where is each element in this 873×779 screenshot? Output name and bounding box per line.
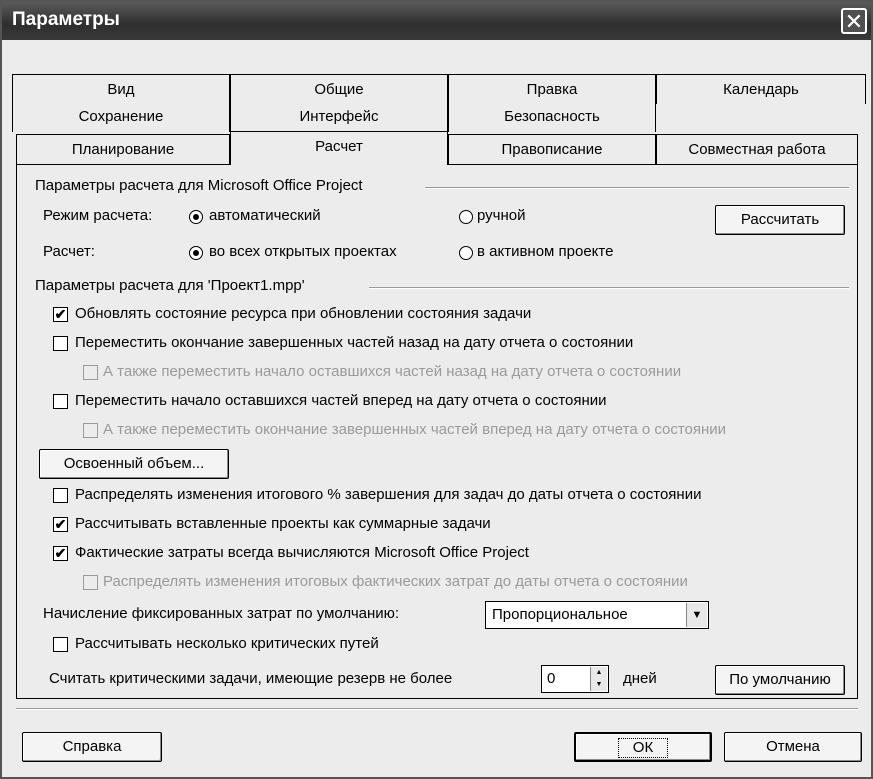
critical-slack-unit: дней <box>623 670 657 687</box>
set-as-default-button[interactable]: По умолчанию <box>715 665 845 695</box>
calculation-panel: Параметры расчета для Microsoft Office P… <box>16 164 858 699</box>
chevron-down-icon[interactable]: ▼ <box>686 603 707 627</box>
calc-mode-label: Режим расчета: <box>43 207 153 224</box>
calc-scope-active-label[interactable]: в активном проекте <box>477 243 613 260</box>
move-start-remaining-checkbox[interactable] <box>53 394 68 409</box>
spread-percent-complete-checkbox[interactable] <box>53 488 68 503</box>
calc-scope-active-radio[interactable] <box>459 246 473 260</box>
update-resource-status-checkbox[interactable]: ✔ <box>53 307 68 322</box>
calculate-now-button[interactable]: Рассчитать <box>715 205 845 235</box>
calc-mode-auto-label[interactable]: автоматический <box>209 207 321 224</box>
multiple-critical-paths-checkbox[interactable] <box>53 637 68 652</box>
calc-scope-all-radio[interactable] <box>189 246 203 260</box>
actual-costs-calculated-checkbox[interactable]: ✔ <box>53 546 68 561</box>
fixed-cost-accrual-label: Начисление фиксированных затрат по умолч… <box>43 605 400 622</box>
group1-title: Параметры расчета для Microsoft Office P… <box>35 177 363 194</box>
spread-actual-cost-label[interactable]: Распределять изменения итоговых фактичес… <box>103 573 688 590</box>
tab-spelling[interactable]: Правописание <box>448 134 656 164</box>
move-start-remaining-label[interactable]: Переместить начало оставшихся частей впе… <box>75 392 607 409</box>
title-bar[interactable]: Параметры ✕ <box>2 2 871 40</box>
close-icon[interactable]: ✕ <box>841 8 867 34</box>
update-resource-status-label[interactable]: Обновлять состояние ресурса при обновлен… <box>75 305 531 322</box>
tab-general[interactable]: Общие <box>230 74 448 104</box>
options-dialog: Параметры ✕ Вид Общие Правка Календарь С… <box>0 0 873 779</box>
calc-scope-all-label[interactable]: во всех открытых проектах <box>209 243 397 260</box>
move-end-completed-forward-label[interactable]: А также переместить окончание завершенны… <box>103 421 726 438</box>
move-end-completed-checkbox[interactable] <box>53 336 68 351</box>
tab-schedule[interactable]: Планирование <box>16 134 230 164</box>
move-start-remaining-back-label[interactable]: А также переместить начало оставшихся ча… <box>103 363 681 380</box>
fixed-cost-accrual-value: Пропорциональное <box>492 606 628 623</box>
move-end-completed-label[interactable]: Переместить окончание завершенных частей… <box>75 334 633 351</box>
critical-slack-label: Считать критическими задачи, имеющие рез… <box>49 670 453 687</box>
calc-mode-manual-label[interactable]: ручной <box>477 207 526 224</box>
spread-actual-cost-checkbox[interactable] <box>83 575 98 590</box>
critical-slack-stepper[interactable]: 0 ▲ ▼ <box>541 665 609 693</box>
tab-calculation[interactable]: Расчет <box>230 131 448 165</box>
move-start-remaining-back-checkbox[interactable] <box>83 365 98 380</box>
calc-mode-auto-radio[interactable] <box>189 210 203 224</box>
tab-view[interactable]: Вид <box>12 74 230 104</box>
move-end-completed-forward-checkbox[interactable] <box>83 423 98 438</box>
earned-value-button[interactable]: Освоенный объем... <box>39 449 229 479</box>
calc-mode-manual-radio[interactable] <box>459 210 473 224</box>
help-button[interactable]: Справка <box>22 732 162 762</box>
inserted-projects-summary-label[interactable]: Рассчитывать вставленные проекты как сум… <box>75 515 491 532</box>
critical-slack-value: 0 <box>547 670 556 687</box>
cancel-button[interactable]: Отмена <box>724 732 862 762</box>
inserted-projects-summary-checkbox[interactable]: ✔ <box>53 517 68 532</box>
tab-interface[interactable]: Интерфейс <box>230 104 448 132</box>
group2-divider <box>369 287 849 289</box>
calc-scope-label: Расчет: <box>43 243 95 260</box>
multiple-critical-paths-label[interactable]: Рассчитывать несколько критических путей <box>75 635 379 652</box>
tab-collaborate[interactable]: Совместная работа <box>656 134 858 164</box>
group1-divider <box>425 187 849 189</box>
group2-title: Параметры расчета для 'Проект1.mpp' <box>35 277 305 294</box>
tab-save[interactable]: Сохранение <box>12 104 230 132</box>
tab-security[interactable]: Безопасность <box>448 104 656 132</box>
fixed-cost-accrual-select[interactable]: Пропорциональное ▼ <box>485 601 709 629</box>
window-title: Параметры <box>12 9 120 30</box>
actual-costs-calculated-label[interactable]: Фактические затраты всегда вычисляются M… <box>75 544 529 561</box>
ok-button[interactable]: ОК <box>574 732 712 762</box>
ok-button-label: ОК <box>617 738 669 758</box>
footer-divider <box>16 708 858 710</box>
tab-calendar[interactable]: Календарь <box>656 74 866 104</box>
tab-edit[interactable]: Правка <box>448 74 656 104</box>
spread-percent-complete-label[interactable]: Распределять изменения итогового % завер… <box>75 486 701 503</box>
spin-down-icon[interactable]: ▼ <box>590 679 607 691</box>
